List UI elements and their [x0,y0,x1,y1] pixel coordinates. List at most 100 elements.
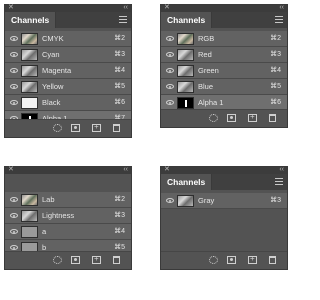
tab-bar: Channels [161,12,287,28]
channels-panel-lab: ✕ ‹‹ Lab ⌘2 Lightness ⌘3 a ⌘4 b ⌘5 [4,166,132,270]
eye-icon[interactable] [10,245,18,250]
channel-row-gray[interactable]: Gray ⌘3 [161,193,287,209]
channel-label: Green [198,66,219,75]
channel-label: Red [198,50,212,59]
channel-label: Lab [42,195,55,204]
eye-icon[interactable] [166,36,174,41]
channels-panel-rgb: ✕ ‹‹ Channels RGB ⌘2 Red ⌘3 Green ⌘4 Blu… [160,4,288,128]
channel-shortcut: ⌘6 [114,99,125,106]
channel-thumbnail [21,49,38,61]
collapse-icon[interactable]: ‹‹ [123,165,128,174]
channel-thumbnail [21,210,38,222]
new-channel-icon[interactable] [248,112,257,122]
channel-row-blue[interactable]: Blue ⌘5 [161,79,287,95]
eye-icon[interactable] [10,84,18,89]
collapse-icon[interactable]: ‹‹ [279,165,284,174]
panel-titlebar: ✕ ‹‹ [161,165,287,174]
channel-row-green[interactable]: Green ⌘4 [161,63,287,79]
tab-channels[interactable]: Channels [5,12,57,28]
eye-icon[interactable] [10,213,18,218]
channel-row-black[interactable]: Black ⌘6 [5,95,131,111]
save-selection-icon[interactable] [227,256,236,264]
panel-menu-icon[interactable] [275,16,283,23]
eye-icon[interactable] [10,68,18,73]
load-selection-icon[interactable] [53,256,62,264]
close-icon[interactable]: ✕ [164,165,170,174]
tab-bar: Channels [5,12,131,28]
trash-icon[interactable] [269,114,276,122]
channel-thumbnail [177,97,194,109]
channel-row-lab[interactable]: Lab ⌘2 [5,192,131,208]
channel-row-yellow[interactable]: Yellow ⌘5 [5,79,131,95]
channel-row-rgb[interactable]: RGB ⌘2 [161,31,287,47]
channel-shortcut: ⌘2 [270,35,281,42]
panel-titlebar: ✕ ‹‹ [5,3,131,12]
save-selection-icon[interactable] [227,114,236,122]
eye-icon[interactable] [10,52,18,57]
channel-row-lightness[interactable]: Lightness ⌘3 [5,208,131,224]
panel-footer [161,109,287,127]
new-channel-icon[interactable] [248,254,257,264]
channel-thumbnail [21,33,38,45]
panel-menu-icon[interactable] [119,16,127,23]
tab-channels[interactable]: Channels [161,174,213,190]
tab-channels[interactable]: Channels [161,12,213,28]
channel-thumbnail [177,33,194,45]
channel-label: a [42,227,47,236]
load-selection-icon[interactable] [209,256,218,264]
channel-label: Cyan [42,50,60,59]
eye-icon[interactable] [10,197,18,202]
channel-thumbnail [177,49,194,61]
eye-icon[interactable] [10,36,18,41]
trash-icon[interactable] [113,256,120,264]
trash-icon[interactable] [269,256,276,264]
channel-row-cyan[interactable]: Cyan ⌘3 [5,47,131,63]
channel-shortcut: ⌘4 [114,228,125,235]
panel-titlebar: ✕ ‹‹ [5,165,131,174]
close-icon[interactable]: ✕ [8,165,14,174]
channel-shortcut: ⌘2 [114,35,125,42]
channel-label: Blue [198,82,214,91]
channel-row-cmyk[interactable]: CMYK ⌘2 [5,31,131,47]
channel-thumbnail [21,194,38,206]
load-selection-icon[interactable] [209,114,218,122]
channel-label: Yellow [42,82,64,91]
channels-panel-gray: ✕ ‹‹ Channels Gray ⌘3 [160,166,288,270]
trash-icon[interactable] [113,124,120,132]
channel-list: Gray ⌘3 [161,190,287,209]
panel-menu-icon[interactable] [275,178,283,185]
close-icon[interactable]: ✕ [8,3,14,12]
channel-label: Gray [198,196,215,205]
channel-thumbnail [21,226,38,238]
panel-footer [5,119,131,137]
channel-row-magenta[interactable]: Magenta ⌘4 [5,63,131,79]
save-selection-icon[interactable] [71,124,80,132]
eye-icon[interactable] [166,52,174,57]
channel-row-red[interactable]: Red ⌘3 [161,47,287,63]
save-selection-icon[interactable] [71,256,80,264]
new-channel-icon[interactable] [92,254,101,264]
channel-shortcut: ⌘3 [114,212,125,219]
channel-thumbnail [21,97,38,109]
eye-icon[interactable] [10,100,18,105]
eye-icon[interactable] [166,68,174,73]
load-selection-icon[interactable] [53,124,62,132]
eye-icon[interactable] [166,198,174,203]
channel-shortcut: ⌘5 [270,83,281,90]
eye-icon[interactable] [166,84,174,89]
eye-icon[interactable] [166,100,174,105]
collapse-icon[interactable]: ‹‹ [123,3,128,12]
channel-shortcut: ⌘2 [114,196,125,203]
eye-icon[interactable] [10,229,18,234]
channels-panel-cmyk: ✕ ‹‹ Channels CMYK ⌘2 Cyan ⌘3 Magenta ⌘4… [4,4,132,138]
channel-shortcut: ⌘3 [270,51,281,58]
channel-row-a[interactable]: a ⌘4 [5,224,131,240]
new-channel-icon[interactable] [92,122,101,132]
collapse-icon[interactable]: ‹‹ [279,3,284,12]
channel-shortcut: ⌘4 [270,67,281,74]
channel-label: Lightness [42,211,75,220]
channel-label: RGB [198,34,215,43]
close-icon[interactable]: ✕ [164,3,170,12]
channel-list: Lab ⌘2 Lightness ⌘3 a ⌘4 b ⌘5 [5,174,131,256]
channel-shortcut: ⌘5 [114,83,125,90]
